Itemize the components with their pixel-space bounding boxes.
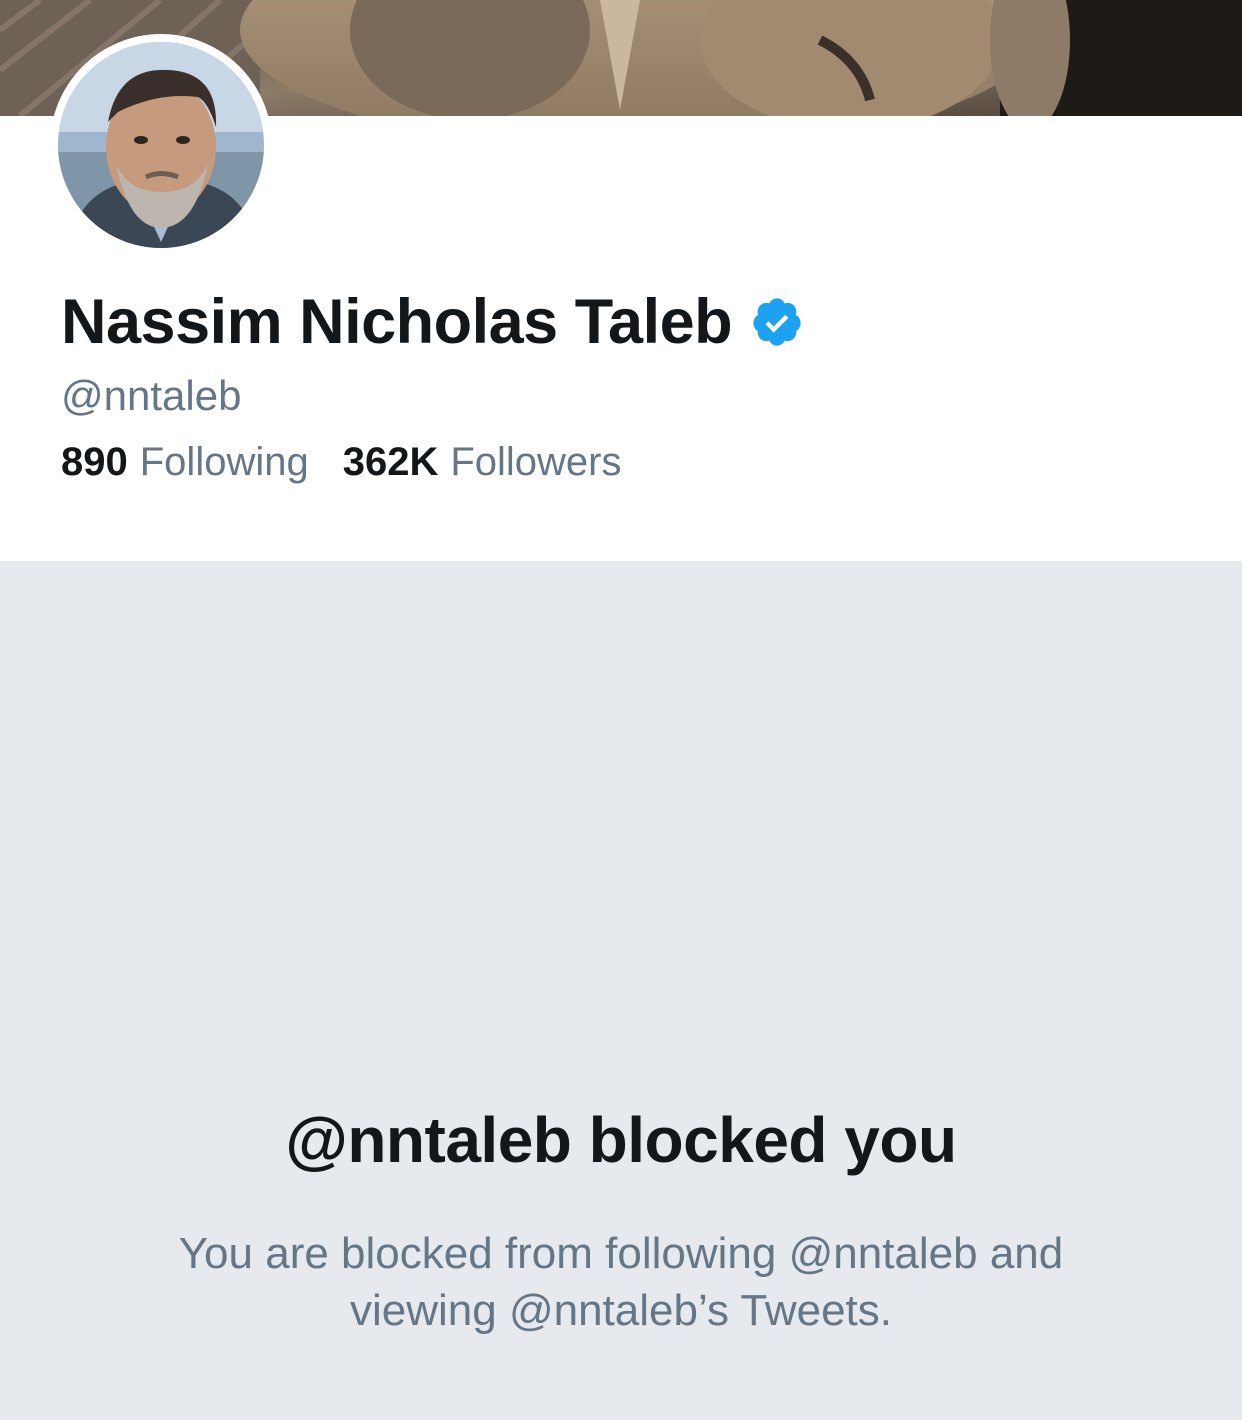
avatar-frame[interactable] xyxy=(50,34,272,256)
verified-badge-icon xyxy=(750,295,804,349)
profile-stats: 890 Following 362K Followers xyxy=(61,440,622,485)
followers-label: Followers xyxy=(450,440,622,484)
followers-stat[interactable]: 362K Followers xyxy=(343,440,622,485)
profile-name-row: Nassim Nicholas Taleb xyxy=(61,286,804,358)
avatar[interactable] xyxy=(58,42,264,248)
following-stat[interactable]: 890 Following xyxy=(61,440,309,485)
profile-display-name: Nassim Nicholas Taleb xyxy=(61,287,733,357)
blocked-description: You are blocked from following @nntaleb … xyxy=(178,1229,1064,1335)
avatar-photo xyxy=(58,42,264,248)
following-label: Following xyxy=(139,440,309,484)
followers-count: 362K xyxy=(342,440,439,484)
blocked-notice-panel: @nntaleb blocked you You are blocked fro… xyxy=(0,561,1242,1420)
following-count: 890 xyxy=(61,440,128,484)
blocked-title: @nntaleb blocked you xyxy=(285,1104,957,1176)
profile-handle: @nntaleb xyxy=(61,372,242,419)
